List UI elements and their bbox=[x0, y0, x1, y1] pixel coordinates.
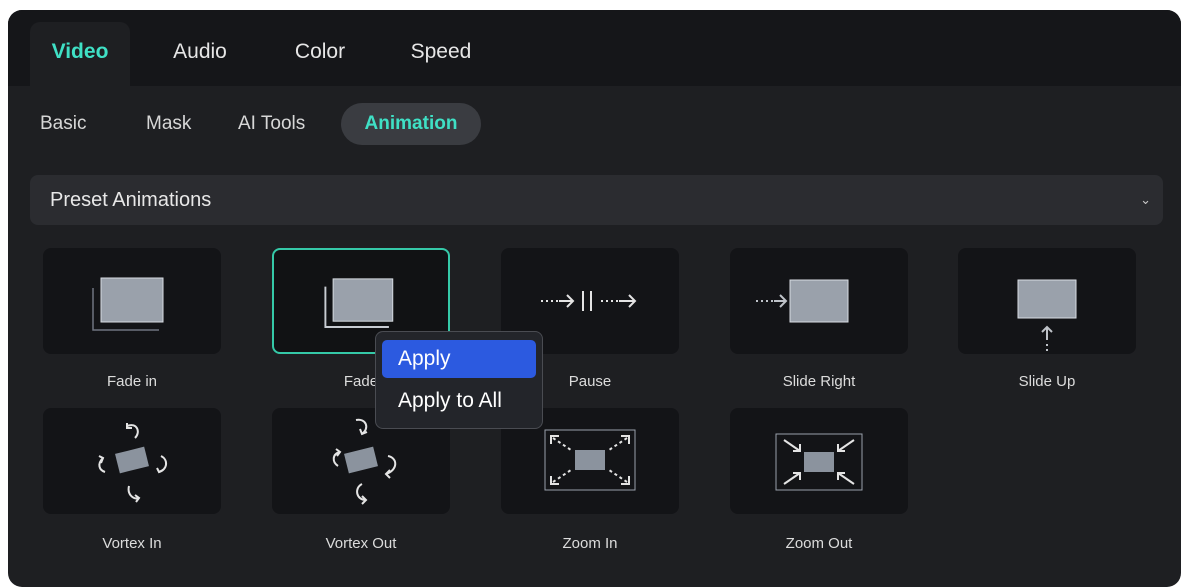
preset-zoom-out[interactable] bbox=[730, 408, 908, 514]
menu-item-apply-to-all[interactable]: Apply to All bbox=[382, 382, 536, 420]
subtab-basic[interactable]: Basic bbox=[40, 103, 86, 145]
preset-label: Zoom Out bbox=[785, 535, 853, 552]
tab-color[interactable]: Color bbox=[270, 22, 370, 86]
subtab-mask[interactable]: Mask bbox=[146, 103, 191, 145]
tab-audio[interactable]: Audio bbox=[150, 22, 250, 86]
preset-label: Vortex In bbox=[102, 535, 162, 552]
tab-speed[interactable]: Speed bbox=[386, 22, 496, 86]
vortex-in-icon bbox=[98, 423, 167, 503]
preset-slide-up[interactable] bbox=[958, 248, 1136, 354]
zoom-out-icon bbox=[775, 433, 863, 491]
preset-label: Vortex Out bbox=[325, 535, 397, 552]
chevron-down-icon[interactable]: ⌄ bbox=[1140, 175, 1151, 225]
context-menu: Apply Apply to All bbox=[375, 331, 543, 429]
top-tab-bar: Video Audio Color Speed bbox=[8, 10, 1181, 86]
preset-label: Fade in bbox=[106, 373, 158, 390]
preset-slide-right[interactable] bbox=[730, 248, 908, 354]
preset-animations-header[interactable]: Preset Animations ⌄ bbox=[30, 175, 1163, 225]
slide-right-icon bbox=[756, 279, 849, 323]
subtab-ai-tools[interactable]: AI Tools bbox=[238, 103, 305, 145]
menu-item-apply[interactable]: Apply bbox=[382, 340, 536, 378]
section-title: Preset Animations bbox=[50, 189, 212, 211]
slide-up-icon bbox=[1017, 279, 1077, 352]
preset-vortex-in[interactable] bbox=[43, 408, 221, 514]
preset-label: Slide Right bbox=[782, 373, 856, 390]
properties-panel: Video Audio Color Speed Basic Mask AI To… bbox=[8, 10, 1181, 587]
subtab-animation[interactable]: Animation bbox=[341, 103, 481, 145]
preset-label: Slide Up bbox=[1018, 373, 1076, 390]
tab-video[interactable]: Video bbox=[30, 22, 130, 86]
preset-fade-in[interactable] bbox=[43, 248, 221, 354]
preset-label: Zoom In bbox=[562, 535, 618, 552]
fade-in-icon bbox=[92, 277, 164, 331]
